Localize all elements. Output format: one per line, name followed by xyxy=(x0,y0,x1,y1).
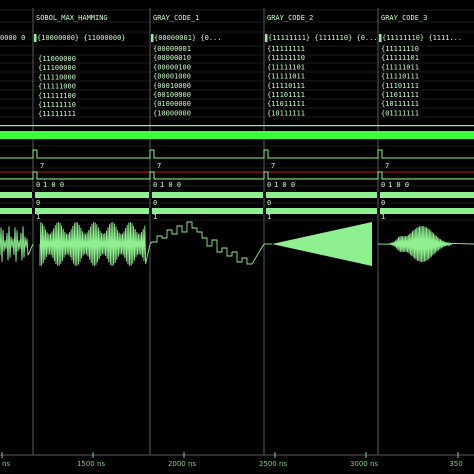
bus-gap xyxy=(377,208,380,214)
bit-vector-value: {11111000 xyxy=(38,83,76,91)
bit-vector-value: {11101111 xyxy=(381,82,419,90)
bus-transition-marker xyxy=(151,34,154,42)
control-value-label: 7 xyxy=(40,162,44,170)
bit-vector-value: {11011111 xyxy=(381,91,419,99)
axis-tick-label: 2500 ns xyxy=(259,460,287,468)
bright-bus-bar xyxy=(0,131,474,139)
bit-vector-value: {11100000 xyxy=(38,64,76,72)
bit-vector-value: {11000000 xyxy=(38,55,76,63)
axis-tick-label: 2000 ns xyxy=(168,460,196,468)
bit-vector-value: {00000001 xyxy=(153,45,191,53)
control-value-label: 0 xyxy=(36,199,40,207)
bit-vector-value: {00100000 xyxy=(153,91,191,99)
control-value-label: 1 0 0 xyxy=(388,181,409,189)
bit-vector-value: {11111100 xyxy=(38,92,76,100)
segment-name-label: GRAY_CODE_3 xyxy=(381,14,427,22)
bit-vector-value: {11111110 xyxy=(38,101,76,109)
bit-vector-value: {11111011 xyxy=(381,63,419,71)
bit-vector-value: {01000000 xyxy=(153,100,191,108)
bit-vector-value: {11101111 xyxy=(267,91,305,99)
control-value-label: 0 xyxy=(381,181,385,189)
segment-name-label: SOBOL_MAX_HAMMING xyxy=(36,14,108,22)
bit-vector-value: {11111111 xyxy=(38,110,76,118)
axis-tick-label: 1500 ns xyxy=(77,460,105,468)
control-value-label: 1 0 0 xyxy=(274,181,295,189)
bit-vector-value: {11110111 xyxy=(267,82,305,90)
control-value-label: 0 xyxy=(267,181,271,189)
control-value-label: 0 xyxy=(36,181,40,189)
axis-tick-label: 3000 ns xyxy=(350,460,378,468)
bus-top-line xyxy=(0,125,474,127)
bus-start-value: {11111110} {1111... xyxy=(382,34,462,42)
bus-gap xyxy=(32,192,35,198)
bit-vector-value: {11111110 xyxy=(381,45,419,53)
left-bus-value: 0000 0 xyxy=(0,34,25,42)
bus-gap xyxy=(263,192,266,198)
bit-vector-value: {00000010 xyxy=(153,54,191,62)
axis-tick-label: 350 xyxy=(449,460,462,468)
bus-transition-marker xyxy=(265,34,268,42)
bus-start-value: {10000000} {11000000} xyxy=(37,34,126,42)
bit-vector-value: {00000100 xyxy=(153,63,191,71)
bus-transition-marker xyxy=(379,34,382,42)
control-value-label: 1 0 0 xyxy=(43,181,64,189)
axis-tick-label: ns xyxy=(2,460,10,468)
bit-vector-value: {01111111 xyxy=(381,109,419,117)
bit-vector-value: {11111110 xyxy=(267,54,305,62)
control-value-label: 1 xyxy=(267,213,271,221)
control-value-label: 0 xyxy=(153,181,157,189)
bus-gap xyxy=(32,208,35,214)
control-value-label: 7 xyxy=(385,162,389,170)
control-value-label: 1 xyxy=(153,213,157,221)
bit-vector-value: {11111111 xyxy=(267,45,305,53)
bit-vector-value: {11111011 xyxy=(267,73,305,81)
control-value-label: 1 xyxy=(381,213,385,221)
bus-gap xyxy=(149,192,152,198)
bus-start-value: {11111111} {1111110} {0... xyxy=(268,34,378,42)
control-value-label: 0 xyxy=(267,199,271,207)
control-value-label: 1 xyxy=(36,213,40,221)
segment-name-label: GRAY_CODE_2 xyxy=(267,14,313,22)
bit-vector-value: {10000000 xyxy=(153,109,191,117)
bus-transition-marker xyxy=(34,34,37,42)
control-value-label: 0 xyxy=(381,199,385,207)
control-value-label: 0 xyxy=(153,199,157,207)
solid-bus-row xyxy=(0,192,474,198)
bit-vector-value: {11110111 xyxy=(381,73,419,81)
bit-vector-value: {11111101 xyxy=(381,54,419,62)
bit-vector-value: {00001000 xyxy=(153,73,191,81)
bit-vector-value: {10111111 xyxy=(381,100,419,108)
waveform-viewer[interactable]: SOBOL_MAX_HAMMING {10000000} {11000000} GR… xyxy=(0,0,474,474)
control-value-label: 7 xyxy=(271,162,275,170)
bit-vector-value: {11011111 xyxy=(267,100,305,108)
bit-vector-value: {11111101 xyxy=(267,63,305,71)
bit-vector-value: {00010000 xyxy=(153,82,191,90)
bus-gap xyxy=(377,192,380,198)
control-value-label: 7 xyxy=(157,162,161,170)
segment-name-label: GRAY_CODE_1 xyxy=(153,14,199,22)
bit-vector-value: {10111111 xyxy=(267,109,305,117)
bus-gap xyxy=(263,208,266,214)
bus-start-value: {00000001} {0... xyxy=(154,34,221,42)
bus-gap xyxy=(149,208,152,214)
bit-vector-value: {11110000 xyxy=(38,73,76,81)
solid-bus-row xyxy=(0,208,474,214)
control-value-label: 1 0 0 xyxy=(160,181,181,189)
